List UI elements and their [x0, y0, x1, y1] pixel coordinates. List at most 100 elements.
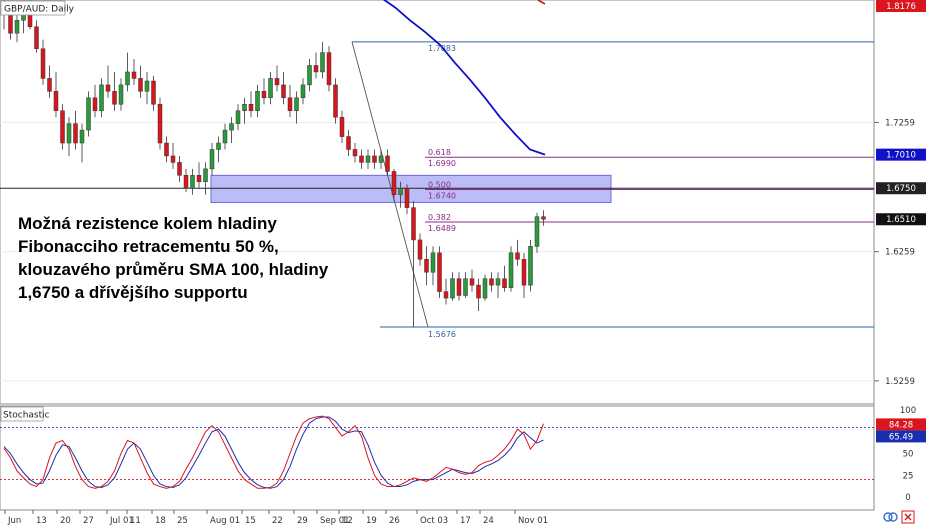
candle [157, 97, 163, 150]
fib-price-label: 1.6489 [428, 224, 456, 233]
candle-body [424, 259, 429, 273]
candle-body [248, 104, 254, 111]
date-tick-label: 13 [36, 516, 47, 526]
price-marker-label: 1.7010 [886, 151, 916, 161]
candle-body [443, 291, 449, 299]
fib-ratio-label: 0.618 [428, 148, 451, 157]
candle [508, 246, 514, 292]
candle-body [112, 91, 117, 105]
candle-body [261, 91, 267, 99]
candle-body [209, 149, 215, 170]
candle-body [495, 278, 501, 286]
candle-body [469, 278, 475, 286]
candle-body [151, 80, 156, 105]
candle-body [346, 136, 351, 150]
date-tick-label: 15 [245, 516, 256, 526]
candle [528, 239, 533, 292]
candle-body [502, 278, 507, 288]
candle-body [66, 123, 72, 144]
date-tick-label: 26 [389, 516, 400, 526]
candle-body [437, 252, 442, 292]
price-marker-label: 1.6510 [886, 215, 916, 225]
stochastic-label: Stochastic [3, 411, 50, 421]
price-marker-label: 1.8176 [886, 2, 916, 12]
candle-body [99, 84, 104, 111]
candle-body [131, 71, 137, 79]
candle-body [203, 168, 208, 183]
candle-body [430, 252, 436, 273]
candle-body [359, 155, 364, 163]
candle-body [417, 239, 423, 260]
candle-body [79, 129, 85, 144]
candle-body [274, 78, 280, 86]
candle-body [157, 104, 163, 144]
candle-body [229, 123, 234, 131]
candle-body [482, 278, 488, 299]
candle [482, 274, 488, 301]
stochastic-marker-label: 84.28 [889, 420, 913, 430]
candle-body [73, 123, 78, 144]
candle-body [125, 71, 130, 86]
candle-body [385, 155, 390, 172]
candle-body [170, 155, 176, 163]
candle-body [177, 162, 182, 176]
date-tick-label: 24 [483, 516, 494, 526]
candle-body [450, 278, 455, 299]
candle-body [183, 175, 189, 189]
candle-body [138, 78, 143, 92]
candle-body [60, 110, 65, 144]
date-tick-label: Jun [7, 516, 21, 526]
fib-price-label: 1.6990 [428, 159, 456, 168]
candle-body [339, 116, 345, 137]
price-marker-label: 1.6750 [886, 184, 916, 194]
candle-body [365, 155, 371, 163]
date-tick-label: Aug 01 [210, 516, 240, 526]
close-icon[interactable] [901, 510, 915, 524]
fib-ratio-label: 0.500 [428, 181, 451, 190]
candle-body [534, 216, 540, 247]
candle-body [378, 155, 384, 163]
candle-body [508, 252, 514, 288]
stochastic-marker-label: 65.49 [889, 432, 913, 442]
candle-body [398, 187, 403, 195]
candle-body [216, 142, 221, 150]
date-tick-label: 27 [83, 516, 94, 526]
annotation-text: Možná rezistence kolem hladiny Fibonacci… [18, 214, 329, 302]
candle-body [372, 155, 377, 163]
stochastic-tick-label: 100 [900, 406, 916, 416]
candle-body [528, 246, 533, 286]
candle-body [34, 26, 39, 49]
candle [60, 104, 65, 150]
date-tick-label: 17 [460, 516, 471, 526]
candle-body [307, 65, 312, 86]
candle [333, 78, 338, 124]
date-tick-label: Oct 03 [420, 516, 448, 526]
date-tick-label: 25 [177, 516, 188, 526]
candle-body [281, 84, 286, 99]
date-tick-label: 29 [297, 516, 308, 526]
candle-body [326, 52, 332, 86]
candle-body [411, 207, 416, 241]
candle-body [47, 78, 52, 92]
candle-body [489, 278, 494, 286]
candle-body [287, 97, 293, 111]
link-icon[interactable] [883, 512, 898, 522]
symbol-label: GBP/AUD: Daily [4, 5, 75, 15]
stochastic-tick-label: 25 [903, 471, 914, 481]
fib-price-label: 1.5676 [428, 330, 456, 339]
candle-body [164, 142, 169, 157]
date-tick-label: 20 [60, 516, 71, 526]
resistance-zone-box [210, 174, 612, 203]
date-tick-label: 11 [130, 516, 141, 526]
candle-body [53, 91, 59, 111]
date-tick-label: Nov 01 [518, 516, 548, 526]
candle-body [255, 91, 260, 111]
date-tick-label: 18 [155, 516, 166, 526]
price-tick-label: 1.7259 [885, 118, 915, 128]
stochastic-tick-label: 0 [905, 493, 910, 503]
candle-body [92, 97, 98, 111]
date-tick-label: 19 [366, 516, 377, 526]
fib-ratio-label: 0.382 [428, 213, 451, 222]
candle-body [235, 110, 241, 124]
price-tick-label: 1.5259 [885, 377, 915, 387]
